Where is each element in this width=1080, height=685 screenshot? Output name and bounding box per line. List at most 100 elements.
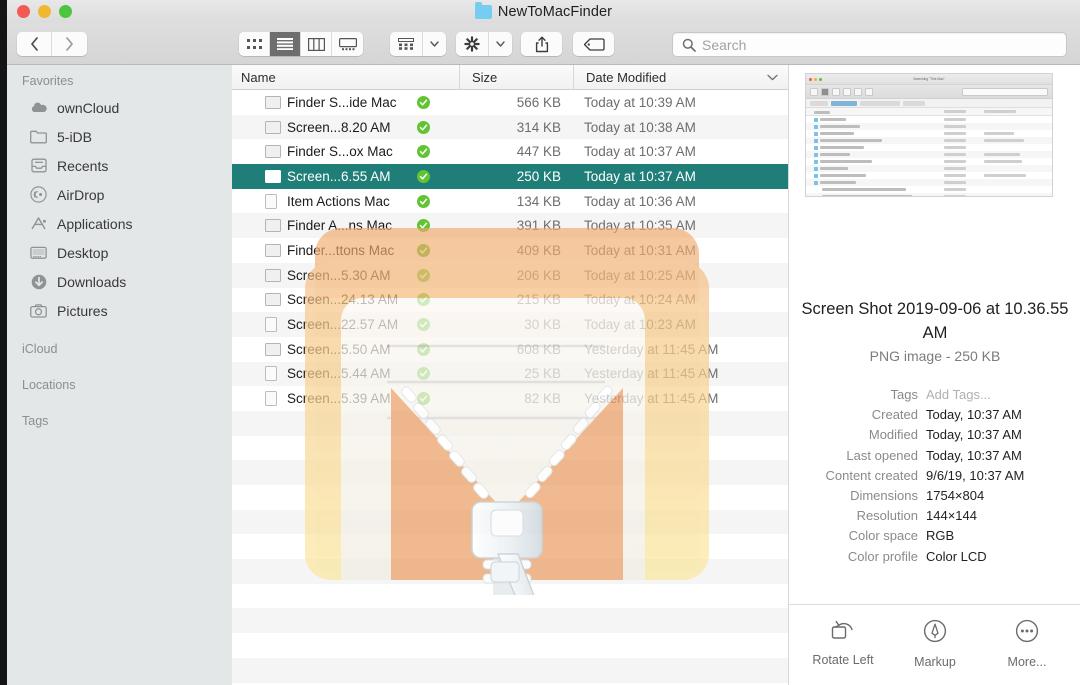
sidebar-section-tags[interactable]: Tags — [7, 397, 232, 433]
image-file-icon — [265, 293, 281, 307]
metadata-label: Created — [871, 407, 918, 423]
downloads-icon — [29, 273, 48, 290]
toolbar: Search — [7, 23, 1080, 65]
close-button[interactable] — [17, 5, 30, 18]
green-check-badge — [417, 145, 430, 159]
table-row[interactable]: Screen...24.13 AM 215 KB Today at 10:24 AM — [232, 287, 788, 313]
more-label: More... — [1007, 655, 1047, 669]
markup-icon — [923, 619, 947, 648]
column-header-name[interactable]: Name — [241, 65, 276, 89]
window-title: NewToMacFinder — [497, 3, 613, 20]
rotate-left-icon — [830, 619, 856, 646]
airdrop-icon — [29, 186, 48, 203]
sidebar-item-desktop[interactable]: Desktop — [7, 238, 232, 267]
file-date-modified: Yesterday at 11:45 AM — [584, 341, 719, 357]
sidebar-item-airdrop[interactable]: AirDrop — [7, 180, 232, 209]
table-row[interactable]: Screen...5.44 AM 25 KB Yesterday at 11:45 … — [232, 361, 788, 387]
file-size: 30 KB — [524, 317, 561, 333]
table-row[interactable]: Finder A...ns Mac 391 KB Today at 10:35 AM — [232, 213, 788, 239]
table-row[interactable]: Screen...5.39 AM 82 KB Yesterday at 11:45 … — [232, 386, 788, 411]
metadata-value[interactable]: Add Tags... — [926, 385, 991, 405]
maximize-button[interactable] — [59, 5, 72, 18]
column-view-button[interactable] — [301, 32, 332, 56]
file-size: 206 KB — [516, 267, 561, 283]
column-headers: Name Size Date Modified — [232, 65, 788, 90]
minimize-button[interactable] — [38, 5, 51, 18]
column-header-size[interactable]: Size — [459, 65, 497, 89]
table-row[interactable]: Screen...6.55 AM 250 KB Today at 10:37 AM — [232, 164, 788, 189]
back-button[interactable] — [17, 32, 52, 56]
table-row[interactable]: Finder S...ox Mac 447 KB Today at 10:37 AM — [232, 139, 788, 165]
metadata-value: RGB — [926, 528, 955, 544]
file-size: 134 KB — [516, 193, 561, 209]
metadata-label: Color profile — [847, 548, 918, 564]
sidebar-item-pictures[interactable]: Pictures — [7, 296, 232, 325]
markup-label: Markup — [914, 655, 956, 669]
preview-file-title: Screen Shot 2019-09-06 at 10.36.55 AM — [801, 300, 1069, 342]
sidebar-item-recents[interactable]: Recents — [7, 151, 232, 180]
gallery-view-button[interactable] — [332, 32, 363, 56]
table-row[interactable]: Item Actions Mac 134 KB Today at 10:36 AM — [232, 188, 788, 214]
preview-actions: Rotate Left Markup More... — [789, 605, 1080, 685]
metadata-row: Created Today, 10:37 AM — [795, 405, 1075, 425]
search-box[interactable]: Search — [672, 32, 1067, 57]
arrange-chevron-down-icon[interactable] — [423, 32, 446, 56]
metadata-label: Color space — [848, 528, 918, 544]
file-date-modified: Today at 10:23 AM — [584, 317, 696, 333]
file-size: 82 KB — [524, 391, 561, 407]
list-view-button[interactable] — [270, 32, 301, 56]
empty-row — [232, 460, 788, 485]
sidebar-item-downloads[interactable]: Downloads — [7, 267, 232, 296]
applications-icon — [29, 215, 48, 232]
gear-icon[interactable] — [456, 32, 489, 56]
table-row[interactable]: Screen...5.30 AM 206 KB Today at 10:25 AM — [232, 262, 788, 288]
sidebar-section-locations[interactable]: Locations — [7, 361, 232, 397]
window-left-edge — [0, 0, 7, 685]
file-size: 566 KB — [516, 94, 561, 110]
forward-button[interactable] — [52, 32, 87, 56]
chevron-down-icon[interactable] — [767, 65, 778, 89]
icon-view-button[interactable] — [239, 32, 270, 56]
green-check-badge — [417, 293, 430, 307]
doc-file-icon — [265, 193, 277, 209]
file-size: 608 KB — [516, 341, 561, 357]
sidebar-item-owncloud[interactable]: ownCloud — [7, 93, 232, 122]
table-row[interactable]: Screen...8.20 AM 314 KB Today at 10:38 AM — [232, 114, 788, 140]
table-row[interactable]: Screen...22.57 AM 30 KB Today at 10:23 AM — [232, 312, 788, 337]
file-name: Finder S...ox Mac — [287, 144, 393, 160]
sidebar-item-applications[interactable]: Applications — [7, 209, 232, 238]
action-button-group — [456, 32, 512, 56]
metadata-row: Last opened Today, 10:37 AM — [795, 446, 1075, 466]
table-row[interactable]: Finder...ttons Mac 409 KB Today at 10:31 A… — [232, 238, 788, 263]
table-row[interactable]: Screen...5.50 AM 608 KB Yesterday at 11:45… — [232, 336, 788, 362]
metadata-row: Tags Add Tags... — [795, 385, 1075, 405]
preview-thumbnail: Searching "This Mac" — [805, 73, 1053, 197]
sidebar-item-5-idb[interactable]: 5-iDB — [7, 122, 232, 151]
rotate-left-button[interactable]: Rotate Left — [801, 619, 885, 667]
sidebar-section-icloud[interactable]: iCloud — [7, 325, 232, 361]
metadata-value: 1754×804 — [926, 488, 985, 504]
arrange-icon[interactable] — [390, 32, 423, 56]
empty-row — [232, 410, 788, 436]
title-bar: NewToMacFinder — [7, 0, 1080, 23]
search-input[interactable]: Search — [702, 37, 746, 53]
file-date-modified: Today at 10:38 AM — [584, 119, 696, 135]
tag-icon[interactable] — [573, 32, 614, 56]
green-check-badge — [417, 194, 430, 208]
preview-metadata: Tags Add Tags... Created Today, 10:37 AM Mod… — [795, 385, 1075, 567]
markup-button[interactable]: Markup — [893, 619, 977, 669]
more-button[interactable]: More... — [985, 619, 1069, 669]
sidebar-item-label: Pictures — [57, 302, 108, 319]
arrange-button-group — [390, 32, 446, 56]
table-row[interactable]: Finder S...ide Mac 566 KB Today at 10:39 A… — [232, 90, 788, 115]
column-header-date-modified[interactable]: Date Modified — [573, 65, 666, 89]
metadata-label: Last opened — [846, 447, 918, 463]
metadata-row: Dimensions 1754×804 — [795, 486, 1075, 506]
share-icon[interactable] — [521, 32, 562, 56]
action-chevron-down-icon[interactable] — [489, 32, 512, 56]
green-check-badge — [417, 95, 430, 109]
metadata-value: Today, 10:37 AM — [926, 407, 1022, 423]
preview-panel: Searching "This Mac" Screen Shot 2019-09… — [788, 65, 1080, 685]
file-date-modified: Today at 10:36 AM — [584, 193, 696, 209]
sidebar-item-label: 5-iDB — [57, 128, 93, 145]
